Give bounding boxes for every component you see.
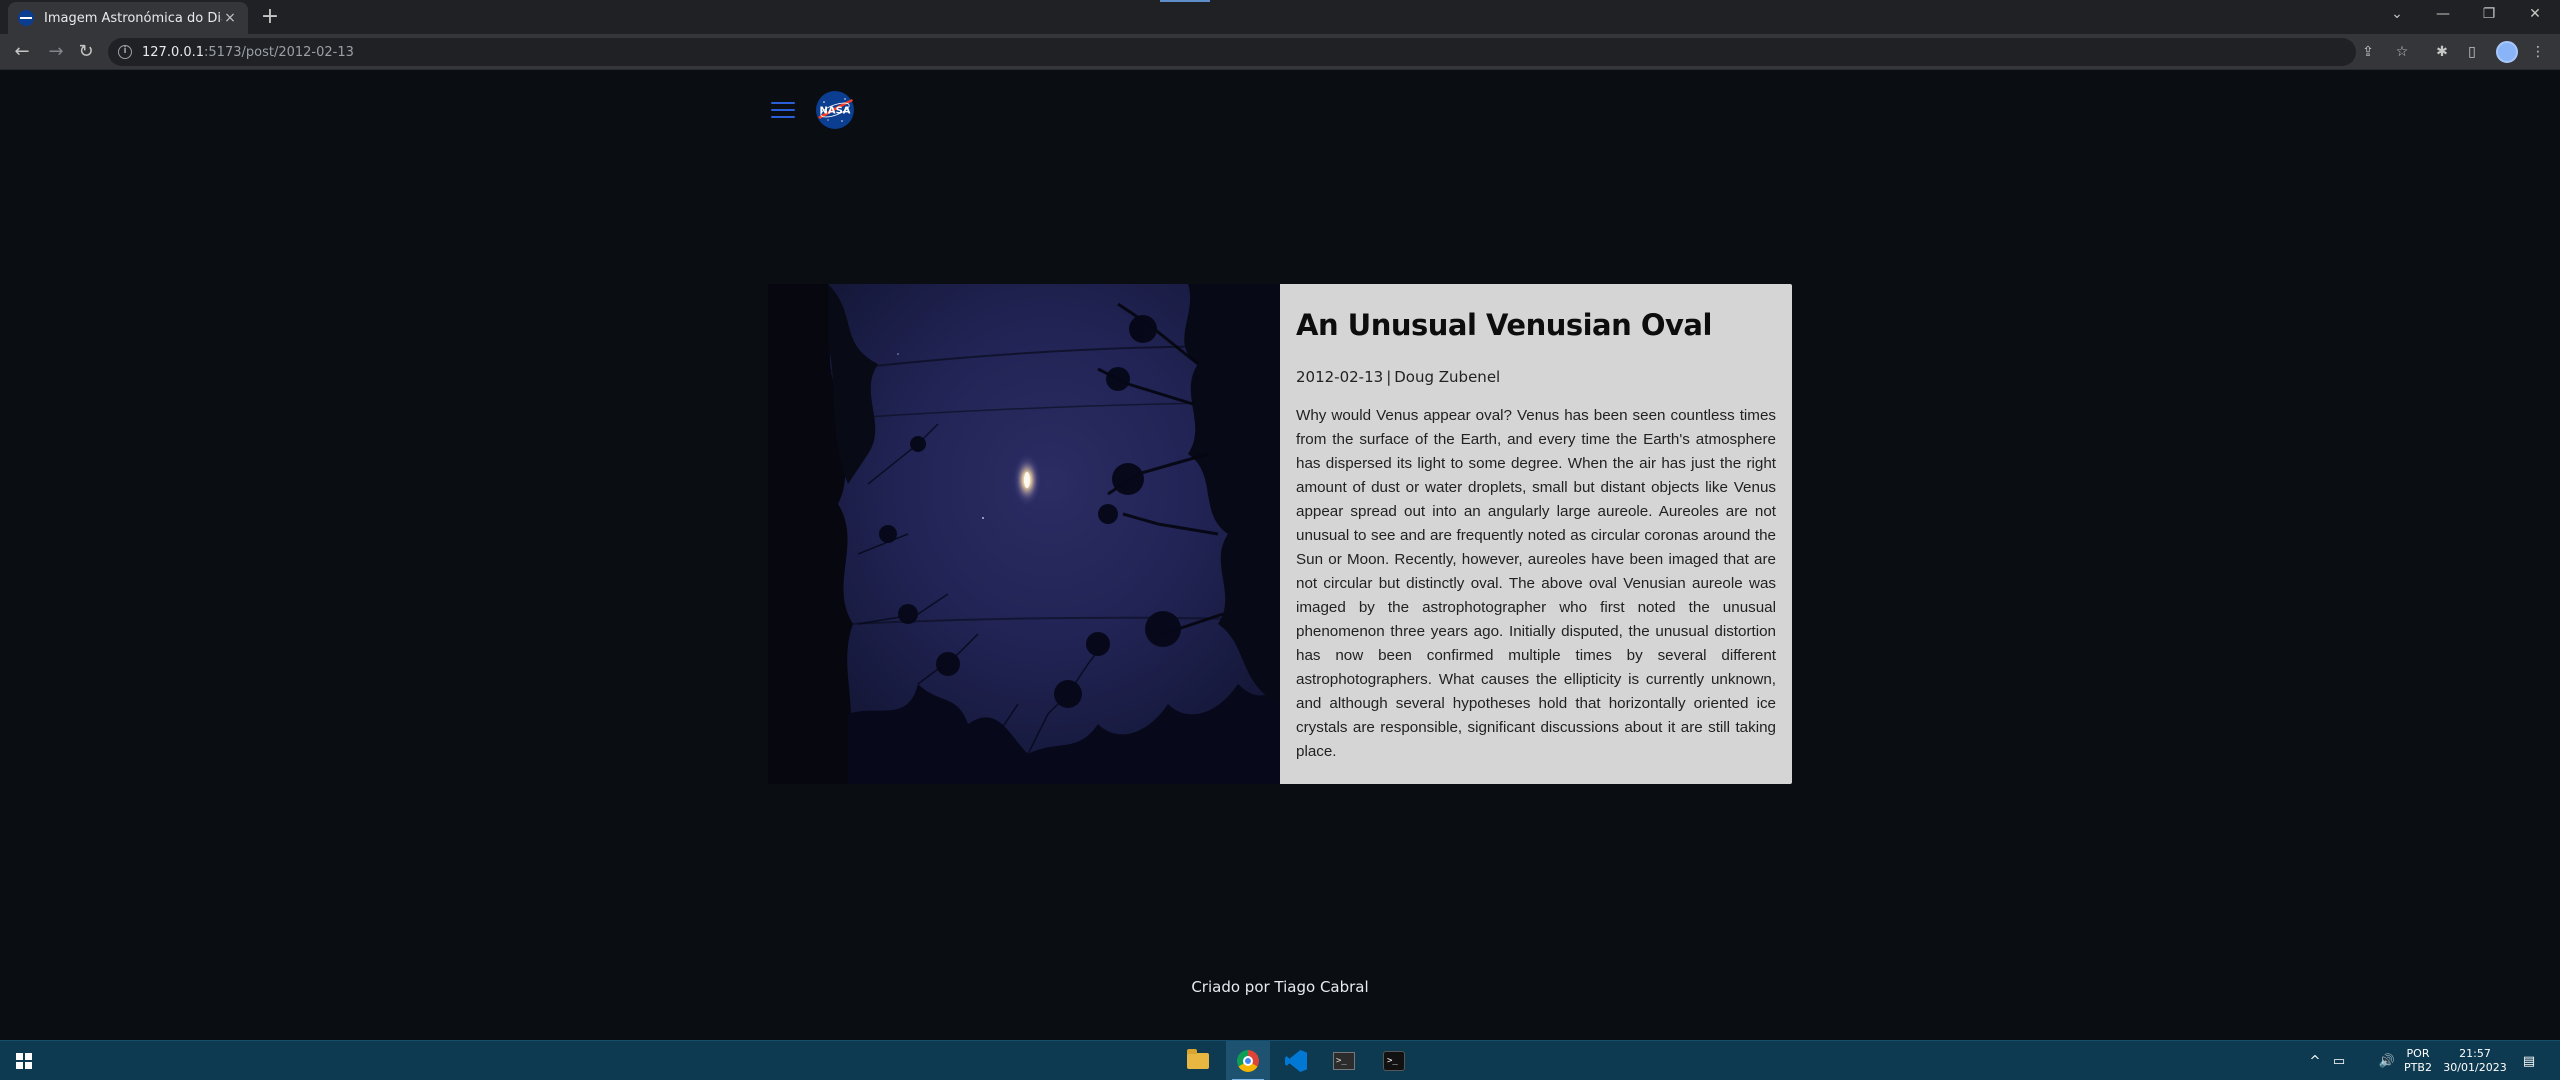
tab-title: Imagem Astronómica do Dia — [44, 10, 222, 26]
hamburger-menu-button[interactable] — [771, 100, 795, 120]
terminal-icon: >_ — [1333, 1052, 1355, 1070]
file-explorer-button[interactable] — [1176, 1041, 1220, 1080]
share-icon[interactable]: ⇪ — [2358, 42, 2378, 62]
volume-icon[interactable]: 🔊 — [2376, 1041, 2398, 1080]
folder-icon — [1187, 1049, 1209, 1069]
input-language-indicator[interactable]: POR PTB2 — [2400, 1047, 2436, 1075]
vscode-taskbar-button[interactable] — [1274, 1041, 1318, 1080]
window-drag-indicator — [1160, 0, 1210, 2]
page-viewport: NASA An Unusual Venusian Oval 2012-02-13… — [0, 70, 2560, 1040]
forward-icon[interactable]: → — [44, 40, 68, 64]
close-window-button[interactable]: ✕ — [2512, 0, 2558, 30]
browser-toolbar: ← → ↻ i 127.0.0.1:5173/post/2012-02-13 ⇪… — [0, 34, 2560, 70]
notifications-icon[interactable]: ▤ — [2514, 1041, 2544, 1080]
post-date: 2012-02-13 — [1296, 368, 1384, 386]
windows-taskbar: >_ >_ ^ ▭ 🔊 POR PTB2 21:57 30/01/2023 ▤ — [0, 1040, 2560, 1080]
nasa-logo[interactable]: NASA — [815, 90, 855, 130]
address-bar[interactable]: i 127.0.0.1:5173/post/2012-02-13 — [108, 38, 2356, 66]
language-code: POR — [2406, 1047, 2430, 1060]
windows-terminal-icon: >_ — [1383, 1051, 1405, 1071]
hamburger-line — [771, 116, 795, 118]
extensions-icon[interactable]: ✱ — [2432, 42, 2452, 62]
tray-overflow-chevron-icon[interactable]: ^ — [2306, 1041, 2324, 1080]
apod-image[interactable] — [768, 284, 1280, 784]
site-info-icon[interactable]: i — [118, 45, 132, 59]
post-title: An Unusual Venusian Oval — [1296, 308, 1712, 342]
hamburger-line — [771, 102, 795, 104]
post-author: Doug Zubenel — [1394, 368, 1501, 386]
minimize-button[interactable]: — — [2420, 0, 2466, 30]
nasa-favicon-icon — [18, 10, 34, 26]
terminal-taskbar-button[interactable]: >_ — [1322, 1041, 1366, 1080]
browser-tabstrip: Imagem Astronómica do Dia × + ⌄ — ❐ ✕ — [0, 0, 2560, 34]
page-footer: Criado por Tiago Cabral — [1191, 978, 1369, 996]
network-icon[interactable]: ▭ — [2328, 1041, 2350, 1080]
tab-close-icon[interactable]: × — [222, 10, 238, 26]
side-panel-icon[interactable]: ▯ — [2462, 42, 2482, 62]
chrome-icon — [1237, 1050, 1259, 1072]
windows-terminal-taskbar-button[interactable]: >_ — [1372, 1041, 1416, 1080]
url-host: 127.0.0.1 — [142, 44, 205, 60]
back-icon[interactable]: ← — [10, 40, 34, 64]
venus-night-sky-illustration — [768, 284, 1280, 784]
tab-search-icon[interactable]: ⌄ — [2374, 0, 2420, 30]
reload-icon[interactable]: ↻ — [74, 40, 98, 64]
new-tab-button[interactable]: + — [258, 6, 282, 30]
apod-post-card: An Unusual Venusian Oval 2012-02-13 | Doug… — [768, 284, 1792, 784]
hamburger-line — [771, 109, 795, 111]
browser-tab[interactable]: Imagem Astronómica do Dia × — [8, 2, 248, 34]
url-path: :5173/post/2012-02-13 — [204, 44, 354, 60]
chrome-menu-icon[interactable]: ⋮ — [2528, 42, 2548, 62]
profile-avatar[interactable] — [2496, 41, 2518, 63]
nasa-logo-text: NASA — [819, 106, 850, 117]
vscode-icon — [1285, 1050, 1307, 1072]
bookmark-star-icon[interactable]: ☆ — [2392, 42, 2412, 62]
chrome-taskbar-button[interactable] — [1226, 1041, 1270, 1080]
clock-time: 21:57 — [2459, 1047, 2491, 1060]
post-meta: 2012-02-13 | Doug Zubenel — [1296, 368, 1776, 386]
post-explanation: Why would Venus appear oval? Venus has b… — [1296, 407, 1776, 760]
windows-start-icon[interactable] — [16, 1053, 32, 1069]
restore-button[interactable]: ❐ — [2466, 0, 2512, 30]
post-content: An Unusual Venusian Oval 2012-02-13 | Doug… — [1280, 284, 1792, 784]
clock-date: 30/01/2023 — [2443, 1061, 2507, 1074]
keyboard-layout: PTB2 — [2404, 1061, 2432, 1074]
system-clock[interactable]: 21:57 30/01/2023 — [2440, 1047, 2510, 1075]
meta-separator: | — [1386, 368, 1392, 386]
